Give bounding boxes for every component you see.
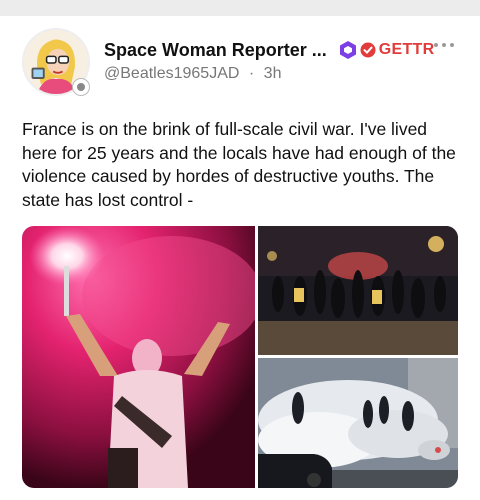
top-separator-strip — [0, 0, 480, 16]
media-grid — [22, 226, 458, 488]
gettr-post-card[interactable]: Space Woman Reporter ... GETTR @Beatles1… — [0, 16, 480, 500]
post-body-text: France is on the brink of full-scale civ… — [22, 119, 456, 210]
verified-hexagon-icon — [339, 41, 356, 59]
media-image-left[interactable] — [22, 226, 255, 488]
author-handle-row: @Beatles1965JAD · 3h — [104, 65, 281, 83]
author-handle[interactable]: @Beatles1965JAD — [104, 65, 239, 82]
verified-check-icon — [360, 42, 376, 58]
author-name-row: Space Woman Reporter ... GETTR — [104, 38, 434, 62]
meta-separator: · — [248, 65, 255, 82]
avatar-status-badge — [72, 78, 90, 96]
author-display-name[interactable]: Space Woman Reporter ... — [104, 40, 327, 61]
protester-flare-photo-icon — [22, 226, 255, 488]
media-image-top-right[interactable] — [258, 226, 458, 355]
night-crowd-photo-icon — [258, 226, 458, 355]
post-time: 3h — [263, 65, 282, 82]
tear-gas-street-photo-icon — [258, 358, 458, 488]
media-image-bottom-right[interactable] — [258, 358, 458, 488]
gettr-logo: GETTR — [378, 41, 435, 58]
more-horizontal-icon[interactable] — [432, 38, 456, 52]
